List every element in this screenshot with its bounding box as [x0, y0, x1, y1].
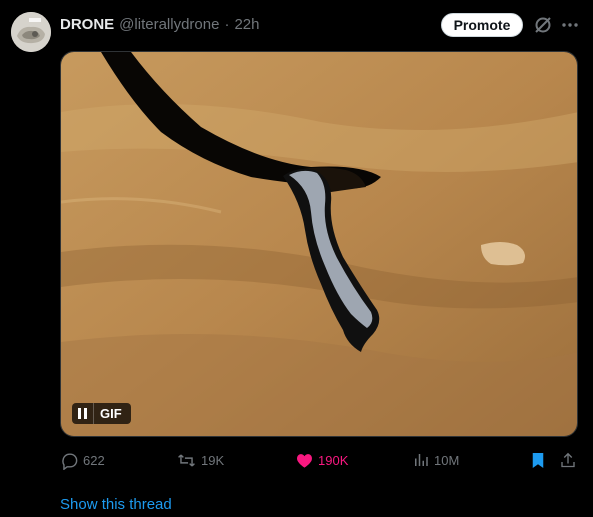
gif-label: GIF	[100, 406, 122, 421]
like-count: 190K	[318, 452, 349, 468]
share-icon	[561, 452, 575, 467]
more-options-icon[interactable]	[560, 15, 580, 35]
badge-divider	[93, 403, 94, 424]
repost-icon	[178, 453, 195, 467]
gif-badge[interactable]: GIF	[72, 403, 131, 424]
pause-icon[interactable]	[78, 408, 87, 419]
like-button[interactable]: 190K	[295, 449, 348, 471]
view-count: 10M	[434, 452, 460, 468]
heart-icon	[297, 453, 312, 468]
views-chart-icon	[415, 454, 428, 466]
separator: ·	[224, 15, 230, 33]
bookmark-button[interactable]	[529, 449, 547, 471]
views-button[interactable]: 10M	[412, 449, 459, 471]
avatar[interactable]	[11, 12, 51, 52]
tweet-header: DRONE @literallydrone · 22h	[60, 14, 259, 34]
user-handle[interactable]: @literallydrone	[119, 16, 219, 33]
gif-media[interactable]	[60, 51, 578, 437]
repost-count: 19K	[201, 452, 225, 468]
bookmark-icon	[532, 452, 544, 468]
share-button[interactable]	[559, 449, 577, 471]
grok-icon[interactable]	[533, 15, 553, 35]
tweet[interactable]: DRONE @literallydrone · 22h Promote GIF …	[0, 0, 593, 517]
reply-count: 622	[83, 452, 105, 468]
timestamp[interactable]: 22h	[234, 16, 259, 33]
display-name[interactable]: DRONE	[60, 16, 114, 33]
reply-icon	[62, 452, 78, 470]
show-thread-link[interactable]: Show this thread	[60, 496, 172, 513]
reply-button[interactable]: 622	[60, 449, 105, 471]
promote-button[interactable]: Promote	[441, 13, 523, 37]
repost-button[interactable]: 19K	[176, 449, 224, 471]
